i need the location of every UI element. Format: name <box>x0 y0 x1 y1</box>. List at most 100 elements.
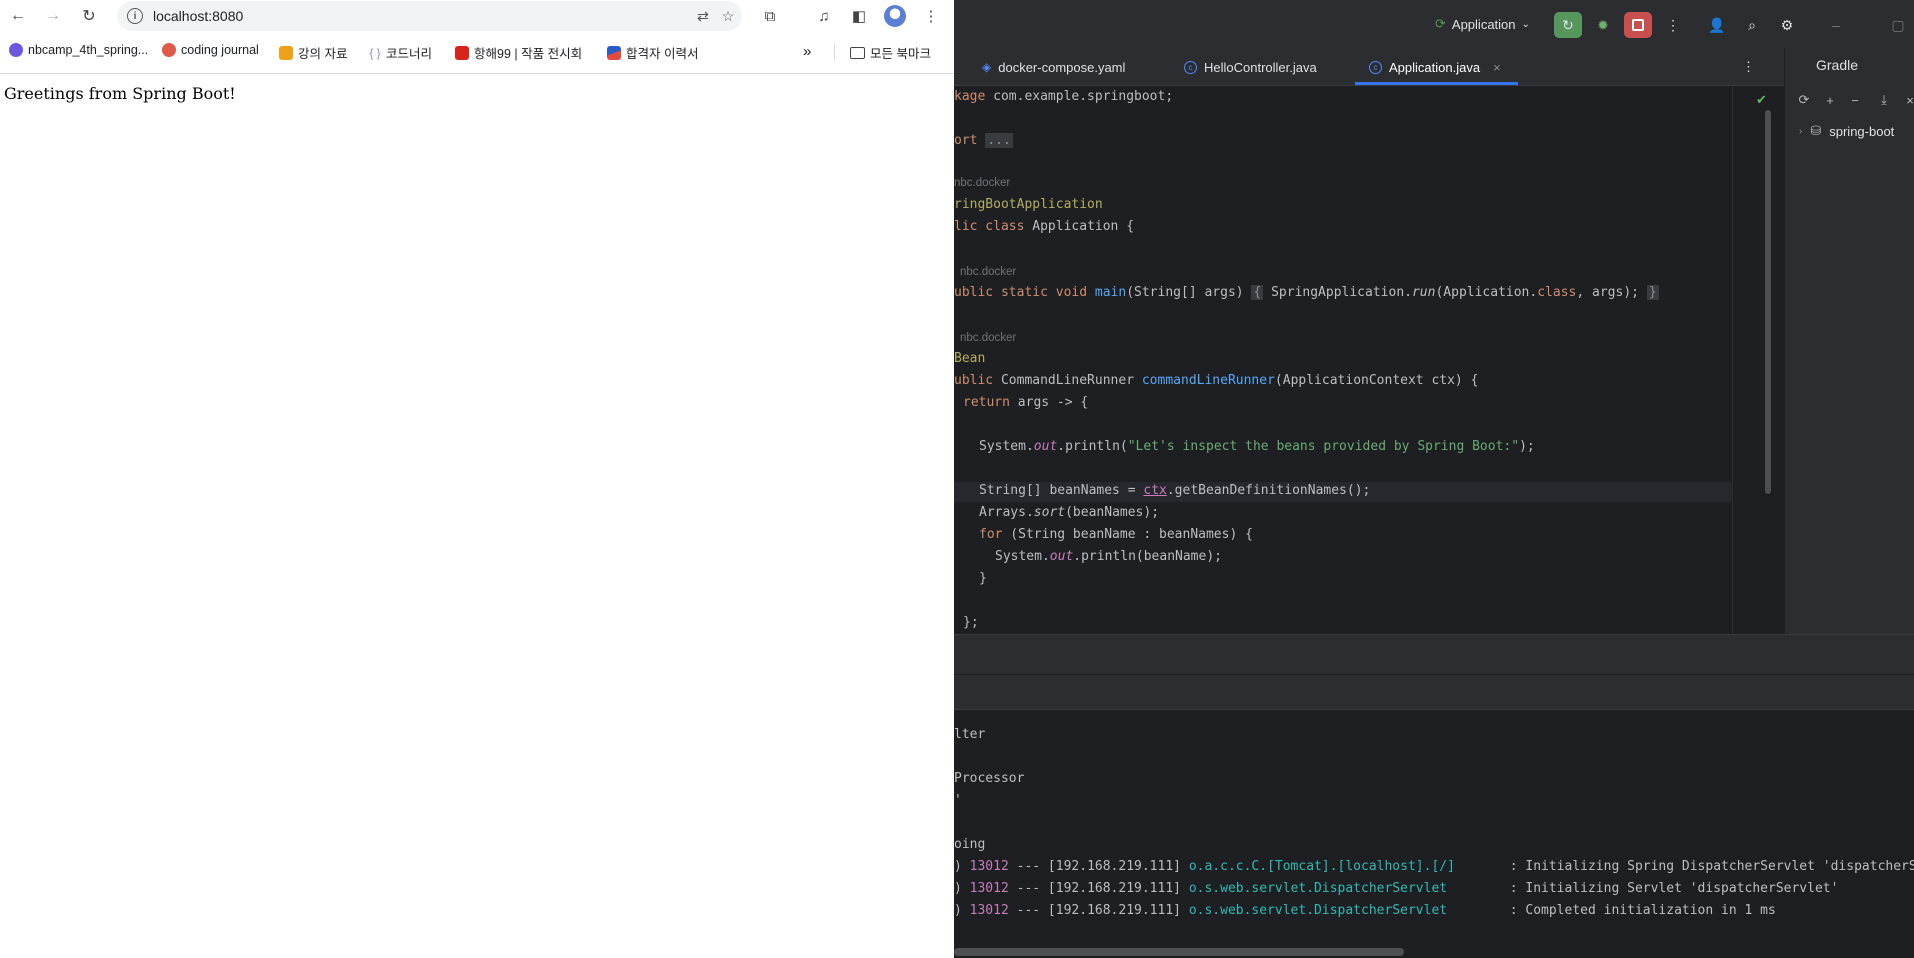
code-line: ringBootApplication <box>954 197 1103 212</box>
more-actions-icon[interactable]: ⋮ <box>1659 12 1687 38</box>
browser-window: ← → ↻ i localhost:8080 ⇄ ☆ ⧉ ♫ ◧ ⋮ nbcam… <box>0 0 954 958</box>
search-icon[interactable]: ⌕ <box>1738 12 1766 38</box>
code-line: ort ... <box>954 133 1013 148</box>
console-log-row: ) 13012 --- [192.168.219.111] o.s.web.se… <box>954 881 1839 896</box>
back-button[interactable]: ← <box>6 4 30 28</box>
browser-toolbar: ← → ↻ i localhost:8080 ⇄ ☆ ⧉ ♫ ◧ ⋮ <box>0 0 954 31</box>
gradle-elephant-icon: ⛁ <box>1810 123 1822 138</box>
bookmark-item[interactable]: { } 코드너리 <box>369 43 432 62</box>
bookmark-item[interactable]: 강의 자료 <box>279 43 347 62</box>
add-user-icon[interactable]: 👤 <box>1703 12 1731 38</box>
toolbar-divider <box>0 73 954 74</box>
tab-hello-controller[interactable]: c HelloController.java <box>1184 48 1317 86</box>
bookmark-label: 모든 북마크 <box>870 47 931 61</box>
all-bookmarks-folder[interactable]: 모든 북마크 <box>850 43 931 62</box>
code-line: } <box>979 571 987 586</box>
java-class-icon: c <box>1184 60 1197 74</box>
media-control-icon[interactable]: ♫ <box>813 5 835 27</box>
code-line: ublic static void main(String[] args) { … <box>954 285 1659 300</box>
code-line: System.out.println("Let's inspect the be… <box>979 439 1535 454</box>
author-hint: nbc.docker <box>954 177 1011 189</box>
folder-icon <box>279 45 293 60</box>
editor-right-gutter <box>1732 86 1784 634</box>
site-info-icon[interactable]: i <box>127 8 143 24</box>
bookmark-label: coding journal <box>181 43 259 57</box>
bookmark-star-icon[interactable]: ☆ <box>719 7 737 25</box>
docker-icon: ◈ <box>982 60 992 74</box>
profile-avatar[interactable] <box>884 5 906 27</box>
forward-button[interactable]: → <box>41 4 65 28</box>
bookmark-favicon-icon <box>9 43 23 57</box>
tab-docker-compose[interactable]: ◈ docker-compose.yaml <box>982 48 1125 86</box>
bookmark-label: 강의 자료 <box>298 47 348 61</box>
run-config-label: Application <box>1451 16 1516 32</box>
browser-menu-icon[interactable]: ⋮ <box>920 5 942 27</box>
editor-tabbar: ◈ docker-compose.yaml c HelloController.… <box>954 48 1784 86</box>
gradle-project-label: spring-boot <box>1829 123 1895 139</box>
author-hint: nbc.docker <box>960 266 1017 278</box>
folded-imports[interactable]: ... <box>985 133 1013 148</box>
code-line: Arrays.sort(beanNames); <box>979 505 1160 520</box>
add-icon[interactable]: + <box>1822 92 1838 108</box>
run-panel-header <box>954 634 1914 674</box>
console-log-row: ) 13012 --- [192.168.219.111] o.s.web.se… <box>954 903 1776 918</box>
collapse-icon[interactable]: − <box>1847 92 1863 108</box>
tab-options-icon[interactable]: ⋮ <box>1742 48 1755 86</box>
minimize-button[interactable]: – <box>1822 12 1850 38</box>
extensions-icon[interactable]: ⧉ <box>759 5 781 27</box>
address-bar[interactable]: i localhost:8080 ⇄ ☆ <box>117 1 742 31</box>
run-configuration-selector[interactable]: ⟳ Application ⌄ <box>1435 12 1530 36</box>
tab-label: HelloController.java <box>1204 59 1317 75</box>
inspection-ok-check-icon[interactable]: ✔ <box>1756 92 1767 108</box>
code-line: kage com.example.springboot; <box>954 89 1174 104</box>
folder-icon <box>850 46 865 59</box>
console-line: oing <box>954 837 986 852</box>
bookmark-label: 합격자 이력서 <box>626 47 699 61</box>
gradle-title: Gradle <box>1816 57 1859 73</box>
reload-button[interactable]: ↻ <box>77 4 101 28</box>
code-line: for (String beanName : beanNames) { <box>979 527 1253 542</box>
bookmark-item[interactable]: 합격자 이력서 <box>607 43 698 62</box>
bookmark-divider <box>834 43 835 61</box>
code-editor[interactable]: kage com.example.springboot; ort ... nbc… <box>954 86 1732 634</box>
editor-scrollbar[interactable] <box>1765 110 1771 494</box>
code-line: return args -> { <box>963 395 1089 410</box>
rerun-button[interactable]: ↻ <box>1554 12 1582 38</box>
stop-icon <box>1632 19 1644 31</box>
gradle-tool-window: Gradle ⟳ + − ⤓ × › ⛁ spring-boot <box>1784 48 1914 634</box>
chevron-down-icon: ⌄ <box>1521 18 1530 30</box>
bookmark-item[interactable]: nbcamp_4th_spring... <box>9 43 148 57</box>
console-horizontal-scrollbar[interactable] <box>954 948 1404 956</box>
console-log-row: ) 13012 --- [192.168.219.111] o.a.c.c.C.… <box>954 859 1914 874</box>
close-tab-icon[interactable]: × <box>1493 60 1501 75</box>
bookmark-favicon-icon <box>455 45 469 60</box>
close-panel-icon[interactable]: × <box>1902 92 1914 108</box>
code-line: Bean <box>954 351 986 366</box>
stop-button[interactable] <box>1624 12 1652 38</box>
reload-gradle-icon[interactable]: ⟳ <box>1796 92 1812 108</box>
more-bookmarks-icon[interactable]: » <box>803 43 811 60</box>
bookmark-label: 항해99 | 작품 전시회 <box>474 47 583 61</box>
author-hint: nbc.docker <box>960 332 1017 344</box>
chevron-right-icon: › <box>1799 125 1803 137</box>
maximize-button[interactable]: ▢ <box>1884 12 1912 38</box>
run-console-output[interactable]: lter Processor ' oing ) 13012 --- [192.1… <box>954 710 1914 948</box>
code-line: String[] beanNames = ctx.getBeanDefiniti… <box>979 483 1371 498</box>
bookmark-favicon-icon <box>162 43 176 57</box>
bookmark-item[interactable]: coding journal <box>162 43 259 57</box>
tab-label: docker-compose.yaml <box>998 59 1126 75</box>
debug-bug-icon[interactable]: ✹ <box>1589 12 1617 38</box>
ide-titlebar: ⟳ Application ⌄ ↻ ✹ ⋮ 👤 ⌕ ⚙ – ▢ <box>954 0 1914 48</box>
tab-application[interactable]: c Application.java × <box>1369 48 1501 86</box>
active-tab-indicator <box>1355 82 1518 85</box>
settings-gear-icon[interactable]: ⚙ <box>1773 12 1801 38</box>
console-line: lter <box>954 727 986 742</box>
translate-icon[interactable]: ⇄ <box>694 7 712 25</box>
console-line: Processor <box>954 771 1025 786</box>
code-line: }; <box>963 615 979 630</box>
gradle-project-node[interactable]: › ⛁ spring-boot <box>1799 123 1894 139</box>
bookmark-item[interactable]: 항해99 | 작품 전시회 <box>455 43 582 62</box>
braces-icon: { } <box>369 45 381 60</box>
side-panel-icon[interactable]: ◧ <box>848 5 870 27</box>
download-icon[interactable]: ⤓ <box>1876 92 1892 108</box>
